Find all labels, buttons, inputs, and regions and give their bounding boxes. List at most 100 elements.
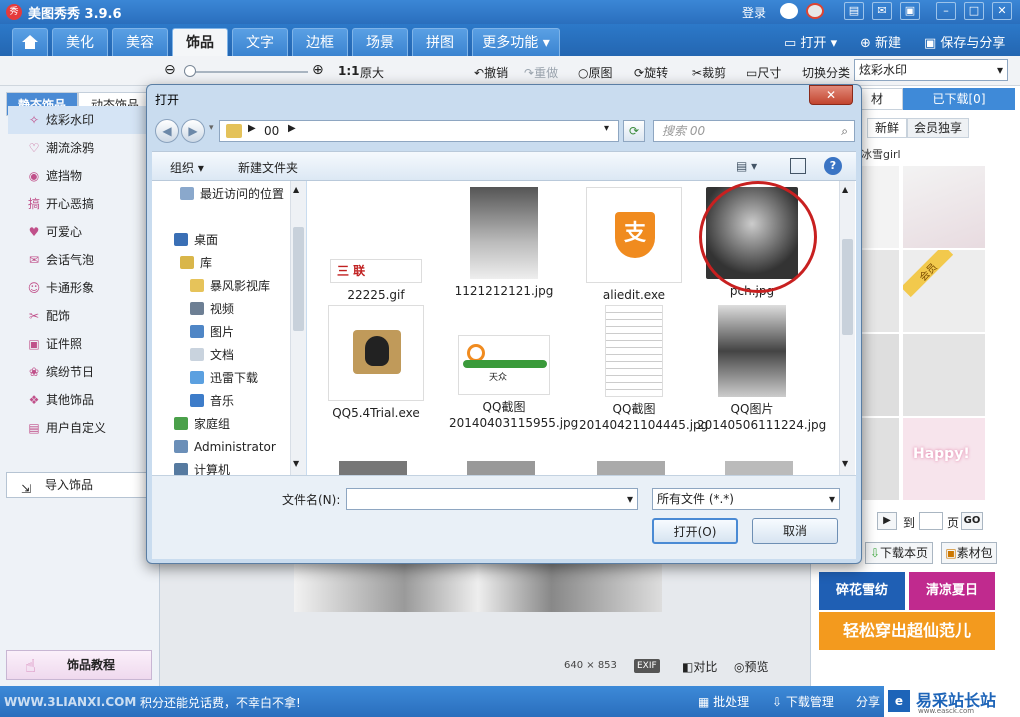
zoom-in-icon[interactable]: ⊕ (312, 62, 324, 78)
file-list-scrollbar[interactable]: ▲ ▼ (839, 181, 855, 475)
tab-frame[interactable]: 边框 (292, 28, 348, 56)
banner-cool-summer[interactable]: 清凉夏日 (909, 572, 995, 610)
file-item[interactable]: QQ5.4Trial.exe (321, 305, 431, 421)
dialog-close-button[interactable]: ✕ (809, 85, 853, 105)
breadcrumb-path[interactable]: 00 (264, 124, 279, 138)
tab-text[interactable]: 文字 (232, 28, 288, 56)
scroll-down-icon[interactable]: ▼ (842, 459, 848, 468)
sidebar-item[interactable]: ◉ 遮挡物 (8, 162, 153, 190)
sidebar-item[interactable]: ♥ 可爱心 (8, 218, 153, 246)
close-icon[interactable]: ✕ (992, 2, 1012, 20)
weibo-icon[interactable] (806, 3, 824, 19)
nav-item[interactable]: 库 (180, 252, 212, 275)
tab-beauty[interactable]: 美容 (112, 28, 168, 56)
sidebar-item[interactable]: ▤ 用户自定义 (8, 414, 153, 442)
banner-fairy-style[interactable]: 轻松穿出超仙范儿 (819, 612, 995, 650)
rotate-button[interactable]: ⟳旋转 (634, 64, 668, 81)
preview-button[interactable]: ◎预览 (734, 658, 769, 675)
back-button[interactable]: ◀ (155, 119, 179, 143)
zoom-slider-thumb[interactable] (184, 65, 196, 77)
original-size-button[interactable]: 原大 (360, 64, 384, 81)
preview-pane-icon[interactable] (790, 158, 806, 174)
file-scroll-thumb[interactable] (842, 239, 853, 335)
dialog-open-button[interactable]: 打开(O) (652, 518, 738, 544)
sidebar-item[interactable]: ♡ 潮流涂鸦 (8, 134, 153, 162)
search-input[interactable]: 搜索 00 ⌕ (653, 120, 855, 142)
qq-icon[interactable] (780, 3, 798, 19)
download-manager-button[interactable]: ⇩ 下载管理 (772, 693, 834, 710)
tab-scene[interactable]: 场景 (352, 28, 408, 56)
size-button[interactable]: ▭尺寸 (746, 64, 781, 81)
accessory-tutorial-button[interactable]: ☝ 饰品教程 (6, 650, 152, 680)
next-page-button[interactable]: ▶ (877, 512, 897, 530)
open-button[interactable]: ▭ 打开 ▾ (784, 32, 837, 51)
file-thumbnail[interactable] (597, 461, 665, 475)
scroll-down-icon[interactable]: ▼ (293, 459, 299, 468)
dialog-cancel-button[interactable]: 取消 (752, 518, 838, 544)
refresh-button[interactable]: ⟳ (623, 120, 645, 142)
new-folder-button[interactable]: 新建文件夹 (238, 159, 298, 176)
scroll-up-icon[interactable]: ▲ (293, 185, 299, 194)
batch-process-button[interactable]: ▦ 批处理 (698, 693, 749, 710)
maximize-icon[interactable]: □ (964, 2, 984, 20)
sidebar-item[interactable]: ✂配饰⌄ (8, 302, 157, 330)
material-thumb[interactable] (903, 334, 985, 416)
category-select[interactable]: 炫彩水印 ▾ (854, 59, 1008, 81)
view-menu-icon[interactable]: ▤ ▾ (736, 159, 757, 173)
file-thumbnail[interactable] (467, 461, 535, 475)
home-tab[interactable] (12, 28, 48, 56)
recent-dropdown-icon[interactable]: ▾ (209, 123, 214, 133)
original-button[interactable]: ○原图 (578, 64, 613, 81)
file-item[interactable]: QQ图片20140506111224.jpg (697, 305, 826, 433)
tab-more[interactable]: 更多功能 ▾ (472, 28, 560, 56)
sidebar-item[interactable]: 搞开心恶搞 (8, 190, 153, 218)
sidebar-item[interactable]: ▣ 证件照 (8, 330, 153, 358)
nav-item[interactable]: Administrator (174, 436, 276, 459)
tab-downloaded[interactable]: 已下载[0] (903, 88, 1015, 110)
tab-collage[interactable]: 拼图 (412, 28, 468, 56)
nav-item[interactable]: 文档 (190, 344, 234, 367)
minimize-icon[interactable]: – (936, 2, 956, 20)
file-item[interactable]: QQ截图20140421104445.jpg (579, 305, 708, 433)
banner-floral-chiffon[interactable]: 碎花雪纺 (819, 572, 905, 610)
go-button[interactable]: GO (961, 512, 983, 530)
file-item[interactable]: 支 aliedit.exe (579, 187, 689, 303)
nav-item[interactable]: 音乐 (190, 390, 234, 413)
settings-icon[interactable]: ▣ (900, 2, 920, 20)
tab-accessories[interactable]: 饰品 (172, 28, 228, 56)
scroll-up-icon[interactable]: ▲ (842, 185, 848, 194)
material-thumb[interactable] (903, 166, 985, 248)
nav-item[interactable]: 迅雷下载 (190, 367, 258, 390)
nav-item[interactable]: 家庭组 (174, 413, 230, 436)
sidebar-item[interactable]: ❖ 其他饰品 (8, 386, 153, 414)
nav-item[interactable]: 最近访问的位置 (180, 183, 284, 206)
menu-icon[interactable]: ▤ (844, 2, 864, 20)
sidebar-item[interactable]: ❀ 缤纷节日 (8, 358, 153, 386)
address-bar[interactable]: ▶ 00 ▶ ▾ (219, 120, 619, 142)
forward-button[interactable]: ▶ (181, 119, 205, 143)
redo-button[interactable]: ↷重做 (524, 64, 558, 81)
sidebar-item[interactable]: ☺ 卡通形象 (8, 274, 153, 302)
save-share-button[interactable]: ▣ 保存与分享 (924, 32, 1005, 51)
nav-scroll-thumb[interactable] (293, 227, 304, 331)
zoom-slider[interactable] (184, 71, 308, 73)
filetype-select[interactable]: 所有文件 (*.*) ▾ (652, 488, 840, 510)
nav-item[interactable]: 桌面 (174, 229, 218, 252)
nav-scrollbar[interactable]: ▲ ▼ (290, 181, 306, 475)
file-thumbnail[interactable] (725, 461, 793, 475)
sidebar-item[interactable]: ✉ 会话气泡 (8, 246, 153, 274)
undo-button[interactable]: ↶撤销 (474, 64, 508, 81)
skin-icon[interactable]: ✉ (872, 2, 892, 20)
page-number-input[interactable] (919, 512, 943, 530)
compare-button[interactable]: ◧对比 (682, 658, 717, 675)
filter-fresh[interactable]: 新鲜 (867, 118, 907, 138)
status-promo-text[interactable]: 积分还能兑话费，不幸白不拿! (140, 694, 301, 711)
file-thumbnail[interactable] (339, 461, 407, 475)
help-icon[interactable]: ? (824, 157, 842, 175)
nav-item[interactable]: 视频 (190, 298, 234, 321)
material-pack-button[interactable]: ▣素材包 (941, 542, 997, 564)
organize-menu[interactable]: 组织 ▾ (170, 159, 204, 176)
filename-input[interactable]: ▾ (346, 488, 638, 510)
share-button[interactable]: 分享 (856, 693, 880, 710)
sidebar-item[interactable]: ✧ 炫彩水印 (8, 106, 153, 134)
